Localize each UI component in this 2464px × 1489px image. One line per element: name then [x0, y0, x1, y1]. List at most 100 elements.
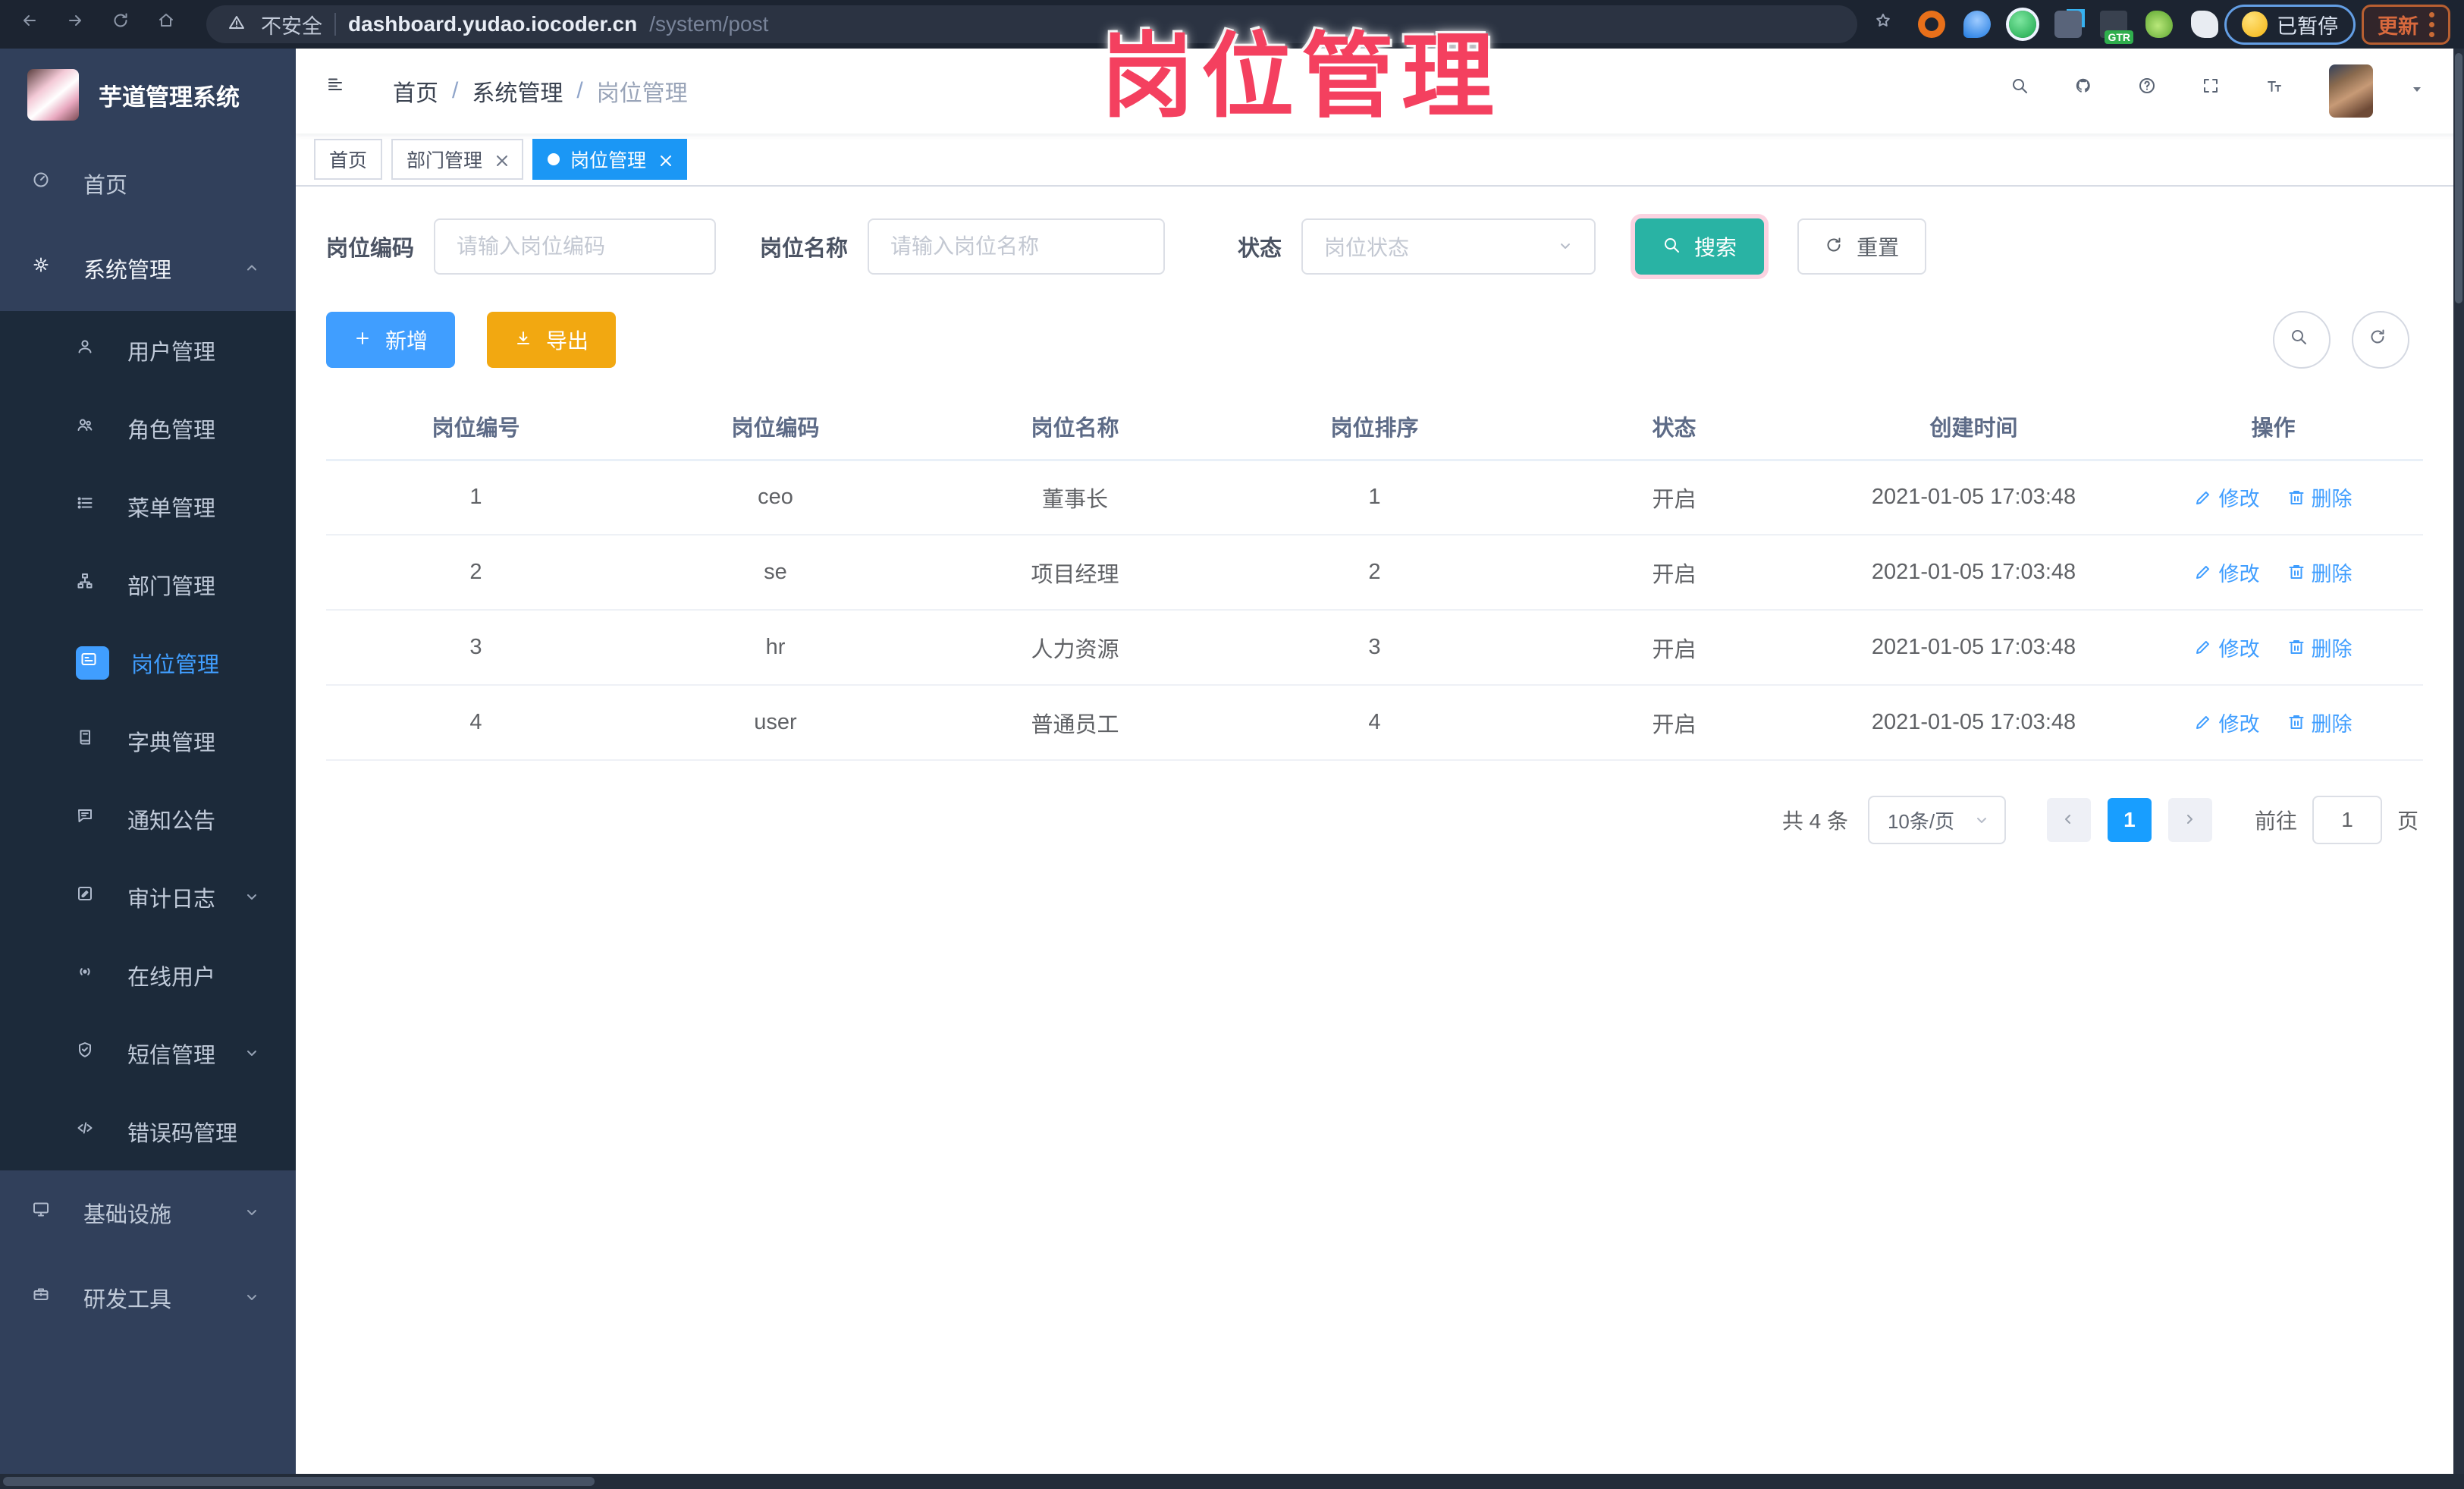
status-select[interactable]: 岗位状态	[1301, 218, 1596, 275]
sidebar-item-user-management[interactable]: 用户管理	[0, 311, 296, 389]
fullscreen-icon[interactable]	[2202, 77, 2230, 105]
sidebar-item-notice-announcement[interactable]: 通知公告	[0, 780, 296, 858]
refresh-icon	[1825, 236, 1846, 257]
browser-home-button[interactable]	[150, 5, 190, 44]
tab-department-management[interactable]: 部门管理	[391, 139, 524, 180]
avatar-caret-down-icon[interactable]	[2408, 80, 2431, 102]
sidebar-item-error-code-management[interactable]: 错误码管理	[0, 1092, 296, 1170]
extension-icon[interactable]	[2145, 11, 2173, 38]
extension-icon[interactable]	[1963, 11, 1991, 38]
prev-page-button[interactable]	[2046, 798, 2091, 842]
table-row: 3 hr 人力资源 3 开启 2021-01-05 17:03:48 修改 删除	[326, 610, 2423, 686]
add-button[interactable]: 新增	[326, 312, 456, 368]
column-header-actions: 操作	[2123, 394, 2423, 461]
browser-menu-icon[interactable]	[2429, 11, 2434, 37]
broadcast-icon	[76, 963, 102, 988]
scrollbar-thumb[interactable]	[2455, 53, 2462, 303]
search-filter-form: 岗位编码 岗位名称 状态 岗位状态 搜索 重置	[326, 218, 2423, 275]
extension-icon[interactable]	[2191, 11, 2218, 38]
horizontal-scrollbar[interactable]	[0, 1474, 2464, 1489]
app-logo-row[interactable]: 芋道管理系统	[0, 49, 296, 141]
extension-icon[interactable]	[2054, 11, 2082, 38]
sidebar-item-sms-management[interactable]: 短信管理	[0, 1014, 296, 1092]
sidebar-item-system-management[interactable]: 系统管理	[0, 226, 296, 311]
sidebar-item-department-management[interactable]: 部门管理	[0, 545, 296, 624]
trash-icon	[2287, 713, 2305, 731]
browser-update-button[interactable]: 更新	[2362, 4, 2450, 45]
sidebar-toggle-button[interactable]	[319, 68, 366, 115]
scrollbar-thumb[interactable]	[3, 1477, 595, 1486]
search-icon[interactable]	[2010, 77, 2039, 105]
url-divider	[334, 13, 336, 36]
browser-reload-button[interactable]	[105, 5, 144, 44]
table-row: 4 user 普通员工 4 开启 2021-01-05 17:03:48 修改 …	[326, 685, 2423, 761]
pagination-goto: 前往 页	[2255, 796, 2418, 844]
post-name-input[interactable]	[868, 218, 1166, 275]
export-button[interactable]: 导出	[487, 312, 617, 368]
delete-link[interactable]: 删除	[2287, 633, 2353, 662]
pencil-icon	[2194, 563, 2212, 581]
chevron-down-icon	[243, 887, 262, 907]
refresh-table-button[interactable]	[2352, 311, 2409, 369]
reset-button[interactable]: 重置	[1797, 218, 1927, 275]
sidebar-item-dict-management[interactable]: 字典管理	[0, 702, 296, 780]
sidebar-item-dev-tools[interactable]: 研发工具	[0, 1255, 296, 1340]
sidebar-item-infrastructure[interactable]: 基础设施	[0, 1170, 296, 1255]
code-icon	[76, 1119, 102, 1145]
column-header-status: 状态	[1524, 394, 1824, 461]
browser-back-button[interactable]	[14, 5, 53, 44]
screen: 不安全 dashboard.yudao.iocoder.cn/system/po…	[0, 0, 2464, 1489]
page-size-select[interactable]: 10条/页	[1867, 796, 2006, 844]
search-button[interactable]: 搜索	[1635, 218, 1765, 275]
user-icon	[76, 338, 102, 363]
download-icon	[514, 329, 535, 350]
goto-page-input[interactable]	[2312, 796, 2382, 844]
search-icon	[1662, 236, 1684, 257]
browser-forward-button[interactable]	[59, 5, 99, 44]
page-unit-label: 页	[2397, 809, 2418, 833]
edit-link[interactable]: 修改	[2194, 708, 2259, 737]
delete-link[interactable]: 删除	[2287, 482, 2353, 512]
column-header-post-id: 岗位编号	[326, 394, 626, 461]
close-icon[interactable]	[657, 152, 672, 167]
sidebar-item-post-management[interactable]: 岗位管理	[0, 624, 296, 702]
paused-extension-pill[interactable]: 已暂停	[2224, 4, 2356, 45]
url-host: dashboard.yudao.iocoder.cn	[348, 12, 638, 36]
tab-home[interactable]: 首页	[314, 139, 383, 180]
sidebar-item-audit-log[interactable]: 审计日志	[0, 858, 296, 936]
extension-icon[interactable]: GTR	[2100, 11, 2133, 44]
extension-badge: GTR	[2105, 30, 2133, 44]
plus-icon	[353, 329, 375, 350]
post-code-input[interactable]	[434, 218, 717, 275]
sidebar-item-home[interactable]: 首页	[0, 141, 296, 226]
breadcrumb-home[interactable]: 首页	[393, 74, 438, 108]
edit-link[interactable]: 修改	[2194, 482, 2259, 512]
vertical-scrollbar[interactable]	[2453, 49, 2464, 1489]
extension-icon[interactable]	[1918, 11, 1945, 38]
bookmark-star-icon[interactable]	[1874, 11, 1900, 37]
help-icon[interactable]	[2138, 77, 2167, 105]
sidebar-item-role-management[interactable]: 角色管理	[0, 389, 296, 467]
github-icon[interactable]	[2074, 77, 2103, 105]
sidebar-item-menu-management[interactable]: 菜单管理	[0, 467, 296, 545]
next-page-button[interactable]	[2167, 798, 2212, 842]
page-number-1[interactable]: 1	[2107, 798, 2152, 842]
chevron-down-icon	[243, 1288, 262, 1308]
delete-link[interactable]: 删除	[2287, 708, 2353, 737]
delete-link[interactable]: 删除	[2287, 558, 2353, 587]
table-row: 2 se 项目经理 2 开启 2021-01-05 17:03:48 修改 删除	[326, 535, 2423, 611]
pencil-icon	[2194, 488, 2212, 507]
tab-post-management[interactable]: 岗位管理	[532, 139, 688, 180]
font-size-icon[interactable]	[2265, 77, 2294, 105]
close-icon[interactable]	[493, 152, 508, 167]
edit-link[interactable]: 修改	[2194, 558, 2259, 587]
address-bar[interactable]: 不安全 dashboard.yudao.iocoder.cn/system/po…	[206, 5, 1857, 43]
toggle-search-button[interactable]	[2273, 311, 2331, 369]
extension-icon[interactable]	[2009, 11, 2036, 38]
breadcrumb-system[interactable]: 系统管理	[472, 74, 563, 108]
edit-link[interactable]: 修改	[2194, 633, 2259, 662]
book-icon	[76, 728, 102, 754]
smiley-emoji-icon	[2242, 11, 2268, 37]
sidebar-item-online-users[interactable]: 在线用户	[0, 936, 296, 1014]
user-avatar[interactable]	[2329, 64, 2373, 118]
